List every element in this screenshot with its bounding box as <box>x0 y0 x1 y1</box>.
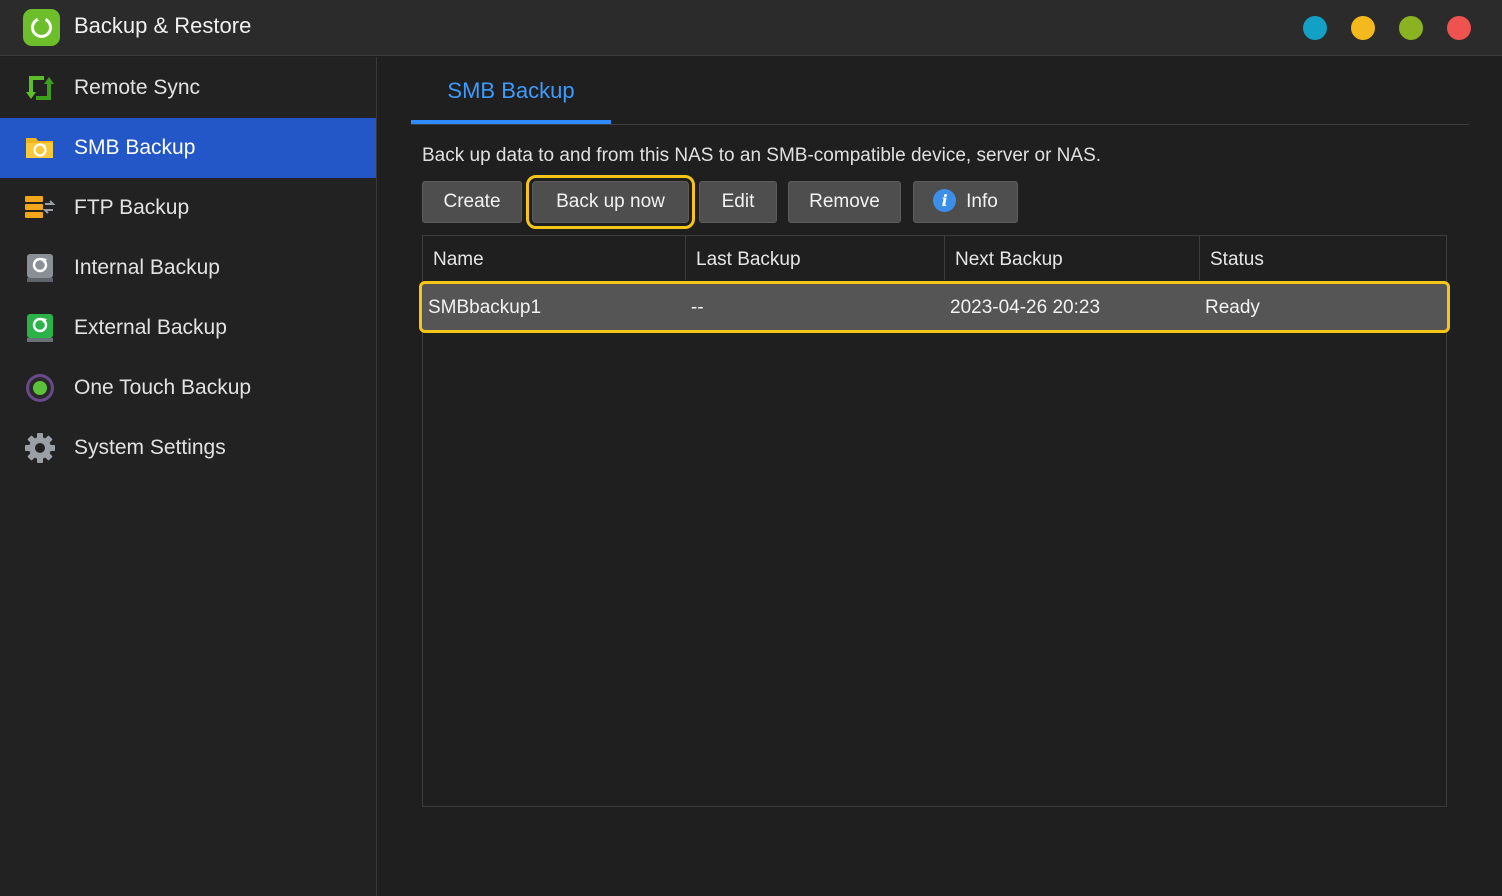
info-icon: i <box>933 188 957 212</box>
column-header-name[interactable]: Name <box>423 236 686 280</box>
sidebar-item-system-settings[interactable]: System Settings <box>0 418 376 478</box>
sidebar-item-label: Remote Sync <box>74 76 201 99</box>
sidebar-item-label: One Touch Backup <box>74 376 252 399</box>
column-header-last-backup[interactable]: Last Backup <box>686 236 945 280</box>
sidebar-item-label: System Settings <box>74 436 226 459</box>
tab-label: SMB Backup <box>447 78 575 103</box>
sidebar-item-one-touch-backup[interactable]: One Touch Backup <box>0 358 376 418</box>
cell-status: Ready <box>1205 297 1260 318</box>
backup-restore-app-icon <box>23 9 60 46</box>
tab-divider <box>411 124 1469 125</box>
sidebar-item-remote-sync[interactable]: Remote Sync <box>0 58 376 118</box>
gear-icon <box>25 433 55 463</box>
sidebar-item-label: External Backup <box>74 316 227 339</box>
sidebar-item-label: FTP Backup <box>74 196 190 219</box>
create-button[interactable]: Create <box>422 181 522 223</box>
tab-smb-backup[interactable]: SMB Backup <box>411 58 611 124</box>
internal-drive-icon <box>27 254 53 282</box>
window-title: Backup & Restore <box>74 13 252 38</box>
table-row[interactable]: SMBbackup1 -- 2023-04-26 20:23 Ready <box>419 281 1450 333</box>
backup-jobs-table: Name Last Backup Next Backup Status SMBb… <box>419 235 1450 807</box>
window-dot-red[interactable] <box>1447 16 1471 40</box>
remove-button[interactable]: Remove <box>788 181 901 223</box>
edit-button[interactable]: Edit <box>699 181 777 223</box>
sidebar-item-label: Internal Backup <box>74 256 220 279</box>
folder-backup-icon <box>26 138 53 158</box>
window-dot-yellow[interactable] <box>1351 16 1375 40</box>
column-header-next-backup[interactable]: Next Backup <box>945 236 1200 280</box>
cell-next-backup: 2023-04-26 20:23 <box>950 297 1101 318</box>
window-dot-teal[interactable] <box>1303 16 1327 40</box>
cell-name: SMBbackup1 <box>428 297 542 318</box>
info-button-label: Info <box>966 191 998 212</box>
sync-arrows-icon <box>26 76 54 100</box>
sidebar-item-internal-backup[interactable]: Internal Backup <box>0 238 376 298</box>
page-description: Back up data to and from this NAS to an … <box>422 145 1102 166</box>
sidebar-item-ftp-backup[interactable]: FTP Backup <box>0 178 376 238</box>
sidebar: Remote Sync SMB Backup FTP Backup Intern… <box>0 57 377 896</box>
sidebar-item-external-backup[interactable]: External Backup <box>0 298 376 358</box>
window-dot-green[interactable] <box>1399 16 1423 40</box>
info-button[interactable]: i Info <box>913 181 1018 223</box>
sidebar-item-label: SMB Backup <box>74 136 196 159</box>
title-bar: Backup & Restore <box>0 0 1502 56</box>
ftp-server-icon <box>25 196 56 218</box>
back-up-now-button[interactable]: Back up now <box>526 175 695 229</box>
one-touch-icon <box>26 374 54 402</box>
sidebar-item-smb-backup[interactable]: SMB Backup <box>0 118 376 178</box>
column-header-status[interactable]: Status <box>1200 236 1446 280</box>
external-drive-icon <box>27 314 53 342</box>
cell-last-backup: -- <box>691 297 704 318</box>
